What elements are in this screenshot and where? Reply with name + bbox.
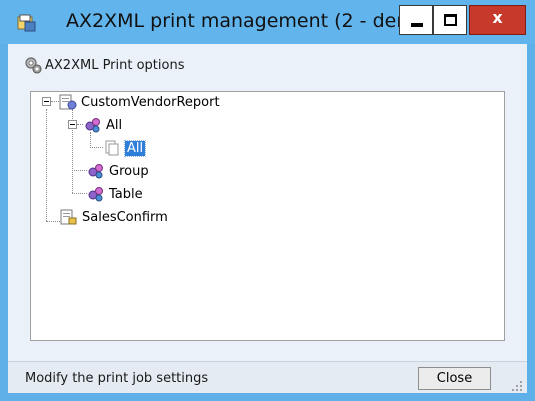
tree-node-label: Table	[109, 186, 143, 202]
tree-node-all-design[interactable]: All	[84, 116, 122, 134]
collapse-toggle[interactable]	[68, 120, 77, 129]
tree-connector	[51, 101, 59, 102]
tree-connector	[90, 147, 103, 148]
design-icon	[88, 187, 103, 202]
tree-connector	[46, 109, 47, 221]
tree-node-label: SalesConfirm	[82, 209, 168, 225]
document-icon	[105, 140, 119, 156]
client-area: AX2XML Print options CustomVendorReport …	[8, 44, 527, 393]
report-icon	[60, 209, 77, 225]
report-tree[interactable]: CustomVendorReport All All Group Table S…	[30, 91, 505, 341]
print-options-button[interactable]: AX2XML Print options	[24, 55, 184, 75]
tree-node-label: Group	[109, 163, 149, 179]
print-options-label: AX2XML Print options	[45, 57, 185, 73]
tree-node-label: CustomVendorReport	[81, 94, 220, 110]
gear-icon	[25, 57, 42, 74]
collapse-toggle[interactable]	[42, 97, 51, 106]
resize-grip-icon[interactable]	[511, 380, 523, 392]
tree-node-label: All	[123, 139, 147, 157]
tree-connector	[77, 124, 83, 125]
status-bar: Modify the print job settings Close	[8, 361, 527, 393]
close-window-button[interactable]: x	[469, 5, 526, 35]
tree-node-all-document[interactable]: All	[103, 139, 147, 157]
design-icon	[85, 118, 100, 133]
tree-node-table[interactable]: Table	[87, 185, 143, 203]
window-title: AX2XML print management (2 - demf)	[66, 10, 429, 32]
close-button[interactable]: Close	[418, 367, 491, 390]
status-message: Modify the print job settings	[25, 371, 209, 386]
tree-connector	[46, 221, 60, 222]
app-icon	[17, 14, 36, 32]
maximize-icon	[444, 14, 457, 26]
report-icon	[59, 94, 77, 110]
tree-node-salesconfirm[interactable]: SalesConfirm	[60, 208, 168, 226]
tree-node-customvendorreport[interactable]: CustomVendorReport	[59, 93, 220, 111]
title-bar[interactable]: AX2XML print management (2 - demf) x	[0, 0, 535, 44]
tree-node-group[interactable]: Group	[87, 162, 149, 180]
minimize-button[interactable]	[399, 5, 433, 35]
minimize-icon	[411, 23, 423, 27]
tree-connector	[72, 170, 87, 171]
window: AX2XML print management (2 - demf) x AX2…	[0, 0, 535, 401]
tree-connector	[72, 193, 87, 194]
close-icon: x	[492, 8, 503, 27]
tree-connector	[90, 132, 91, 148]
design-icon	[88, 164, 103, 179]
maximize-button[interactable]	[433, 5, 467, 35]
tree-node-label: All	[106, 117, 123, 133]
